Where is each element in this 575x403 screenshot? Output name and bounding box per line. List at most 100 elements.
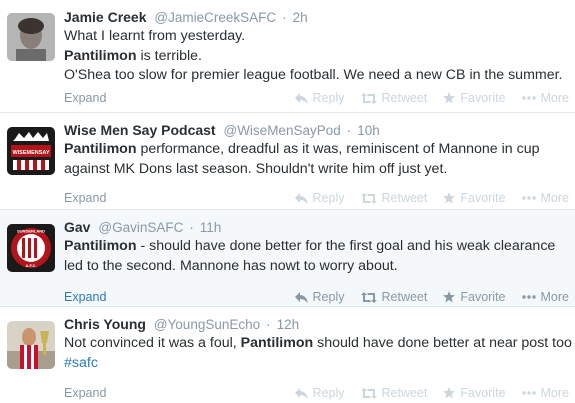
tweet-text-run: should have done better at near post too xyxy=(313,335,572,351)
tweet-timeline: Jamie Creek @JamieCreekSAFC · 2h What I … xyxy=(0,0,575,403)
username[interactable]: @JamieCreekSAFC xyxy=(154,10,276,25)
tweet-text-run: O'Shea too slow for premier league footb… xyxy=(64,67,563,83)
tweet-text: Not convinced it was a foul, Pantilimon … xyxy=(64,334,572,373)
favorite-button[interactable]: Favorite xyxy=(443,288,506,306)
reply-button[interactable]: Reply xyxy=(294,384,345,402)
reply-icon xyxy=(294,92,308,104)
tweet-text-line: Pantilimon - should have done better for… xyxy=(64,237,569,257)
separator: · xyxy=(282,9,287,25)
tweet[interactable]: WISEMENSAY Wise Men Say Podcast @WiseMen… xyxy=(0,113,575,210)
tweet-text-run: led to the second. Mannone has nowt to w… xyxy=(64,257,398,274)
timestamp[interactable]: 11h xyxy=(200,220,222,235)
reply-button[interactable]: Reply xyxy=(294,89,345,107)
fullname[interactable]: Gav xyxy=(64,219,90,235)
retweet-icon xyxy=(360,291,377,303)
more-label: More xyxy=(540,290,569,304)
retweet-label: Retweet xyxy=(381,290,428,304)
highlighted-keyword: Pantilimon xyxy=(64,47,137,64)
reply-button[interactable]: Reply xyxy=(294,288,345,306)
highlighted-keyword: Pantilimon xyxy=(240,335,314,351)
fullname[interactable]: Wise Men Say Podcast xyxy=(64,122,216,138)
favorite-label: Favorite xyxy=(460,191,506,205)
favorite-button[interactable]: Favorite xyxy=(443,89,506,107)
reply-icon xyxy=(294,291,308,303)
more-label: More xyxy=(540,191,569,205)
expand-link[interactable]: Expand xyxy=(64,384,106,402)
username[interactable]: @GavinSAFC xyxy=(98,220,183,235)
favorite-button[interactable]: Favorite xyxy=(443,384,506,402)
hashtag-link[interactable]: #safc xyxy=(64,355,98,371)
tweet-actions: Reply Retweet Favorite More xyxy=(279,189,569,207)
star-icon xyxy=(443,387,456,399)
username[interactable]: @WiseMenSayPod xyxy=(223,123,340,138)
tweet-text: What I learnt from yesterday. Pantilimon … xyxy=(64,27,569,86)
reply-icon xyxy=(294,192,308,204)
more-dots-icon xyxy=(521,391,536,395)
tweet-text-run: against MK Dons last season. Shouldn't w… xyxy=(64,160,448,177)
reply-icon xyxy=(294,387,308,399)
tweet-text-run: - should have done better for the first … xyxy=(136,238,556,254)
timestamp[interactable]: 10h xyxy=(357,123,380,138)
tweet-text: Pantilimon - should have done better for… xyxy=(64,237,569,276)
highlighted-keyword: Pantilimon xyxy=(64,238,137,254)
star-icon xyxy=(443,92,456,104)
expand-link[interactable]: Expand xyxy=(64,288,106,306)
favorite-label: Favorite xyxy=(460,386,506,400)
avatar-logo-text-bottom: A.F.C. xyxy=(25,263,36,268)
tweet-footer: Expand Reply Retweet Favorite More xyxy=(64,384,569,402)
more-button[interactable]: More xyxy=(521,89,569,107)
avatar[interactable]: WISEMENSAY xyxy=(7,127,55,175)
separator: · xyxy=(266,316,271,332)
separator: · xyxy=(189,219,194,235)
tweet-footer: Expand Reply Retweet Favorite More xyxy=(64,189,569,207)
more-label: More xyxy=(540,91,569,105)
avatar[interactable] xyxy=(7,321,55,369)
avatar[interactable] xyxy=(7,13,55,61)
favorite-button[interactable]: Favorite xyxy=(443,189,506,207)
more-dots-icon xyxy=(521,96,536,100)
favorite-label: Favorite xyxy=(460,91,506,105)
avatar[interactable]: SUNDERLAND A.F.C. xyxy=(7,224,55,272)
tweet-content: Gav @GavinSAFC · 11h Pantilimon - should… xyxy=(64,218,569,304)
retweet-icon xyxy=(360,192,377,204)
avatar-logo-text: WISEMENSAY xyxy=(12,150,49,156)
tweet-text-line: Not convinced it was a foul, Pantilimon … xyxy=(64,334,572,354)
tweet-text-line: Pantilimon performance, dreadful as it w… xyxy=(64,140,569,160)
reply-label: Reply xyxy=(312,386,345,400)
username[interactable]: @YoungSunEcho xyxy=(154,317,260,332)
more-button[interactable]: More xyxy=(521,384,569,402)
highlighted-keyword: Pantilimon xyxy=(64,141,137,157)
tweet-text-line: O'Shea too slow for premier league footb… xyxy=(64,66,569,86)
tweet-content: Jamie Creek @JamieCreekSAFC · 2h What I … xyxy=(64,8,569,105)
retweet-icon xyxy=(360,92,377,104)
star-icon xyxy=(443,291,456,303)
retweet-icon xyxy=(360,387,377,399)
retweet-button[interactable]: Retweet xyxy=(360,89,427,107)
tweet-text-line: against MK Dons last season. Shouldn't w… xyxy=(64,160,569,180)
avatar-logo-text-top: SUNDERLAND xyxy=(17,229,45,234)
timestamp[interactable]: 2h xyxy=(293,10,308,25)
retweet-button[interactable]: Retweet xyxy=(360,384,428,402)
tweet-header: Chris Young @YoungSunEcho · 12h xyxy=(64,315,569,333)
timestamp[interactable]: 12h xyxy=(277,317,300,332)
expand-link[interactable]: Expand xyxy=(64,189,106,207)
more-button[interactable]: More xyxy=(521,189,569,207)
expand-link[interactable]: Expand xyxy=(64,89,106,107)
reply-button[interactable]: Reply xyxy=(294,189,345,207)
retweet-button[interactable]: Retweet xyxy=(360,288,428,306)
reply-label: Reply xyxy=(312,91,345,105)
retweet-label: Retweet xyxy=(381,386,428,400)
fullname[interactable]: Chris Young xyxy=(64,316,146,332)
tweet[interactable]: Jamie Creek @JamieCreekSAFC · 2h What I … xyxy=(0,0,575,113)
retweet-button[interactable]: Retweet xyxy=(360,189,427,207)
more-button[interactable]: More xyxy=(521,288,569,306)
fullname[interactable]: Jamie Creek xyxy=(64,9,147,25)
more-dots-icon xyxy=(521,196,536,200)
star-icon xyxy=(443,192,456,204)
tweet-text-run: performance, dreadful as it was, reminis… xyxy=(136,141,540,157)
more-label: More xyxy=(540,386,569,400)
tweet-footer: Expand Reply Retweet Favorite More xyxy=(64,89,569,107)
tweet[interactable]: SUNDERLAND A.F.C. Gav @GavinSAFC · 11h P… xyxy=(0,210,575,307)
tweet[interactable]: Chris Young @YoungSunEcho · 12h Not conv… xyxy=(0,307,575,403)
tweet-header: Wise Men Say Podcast @WiseMenSayPod · 10… xyxy=(64,121,569,139)
